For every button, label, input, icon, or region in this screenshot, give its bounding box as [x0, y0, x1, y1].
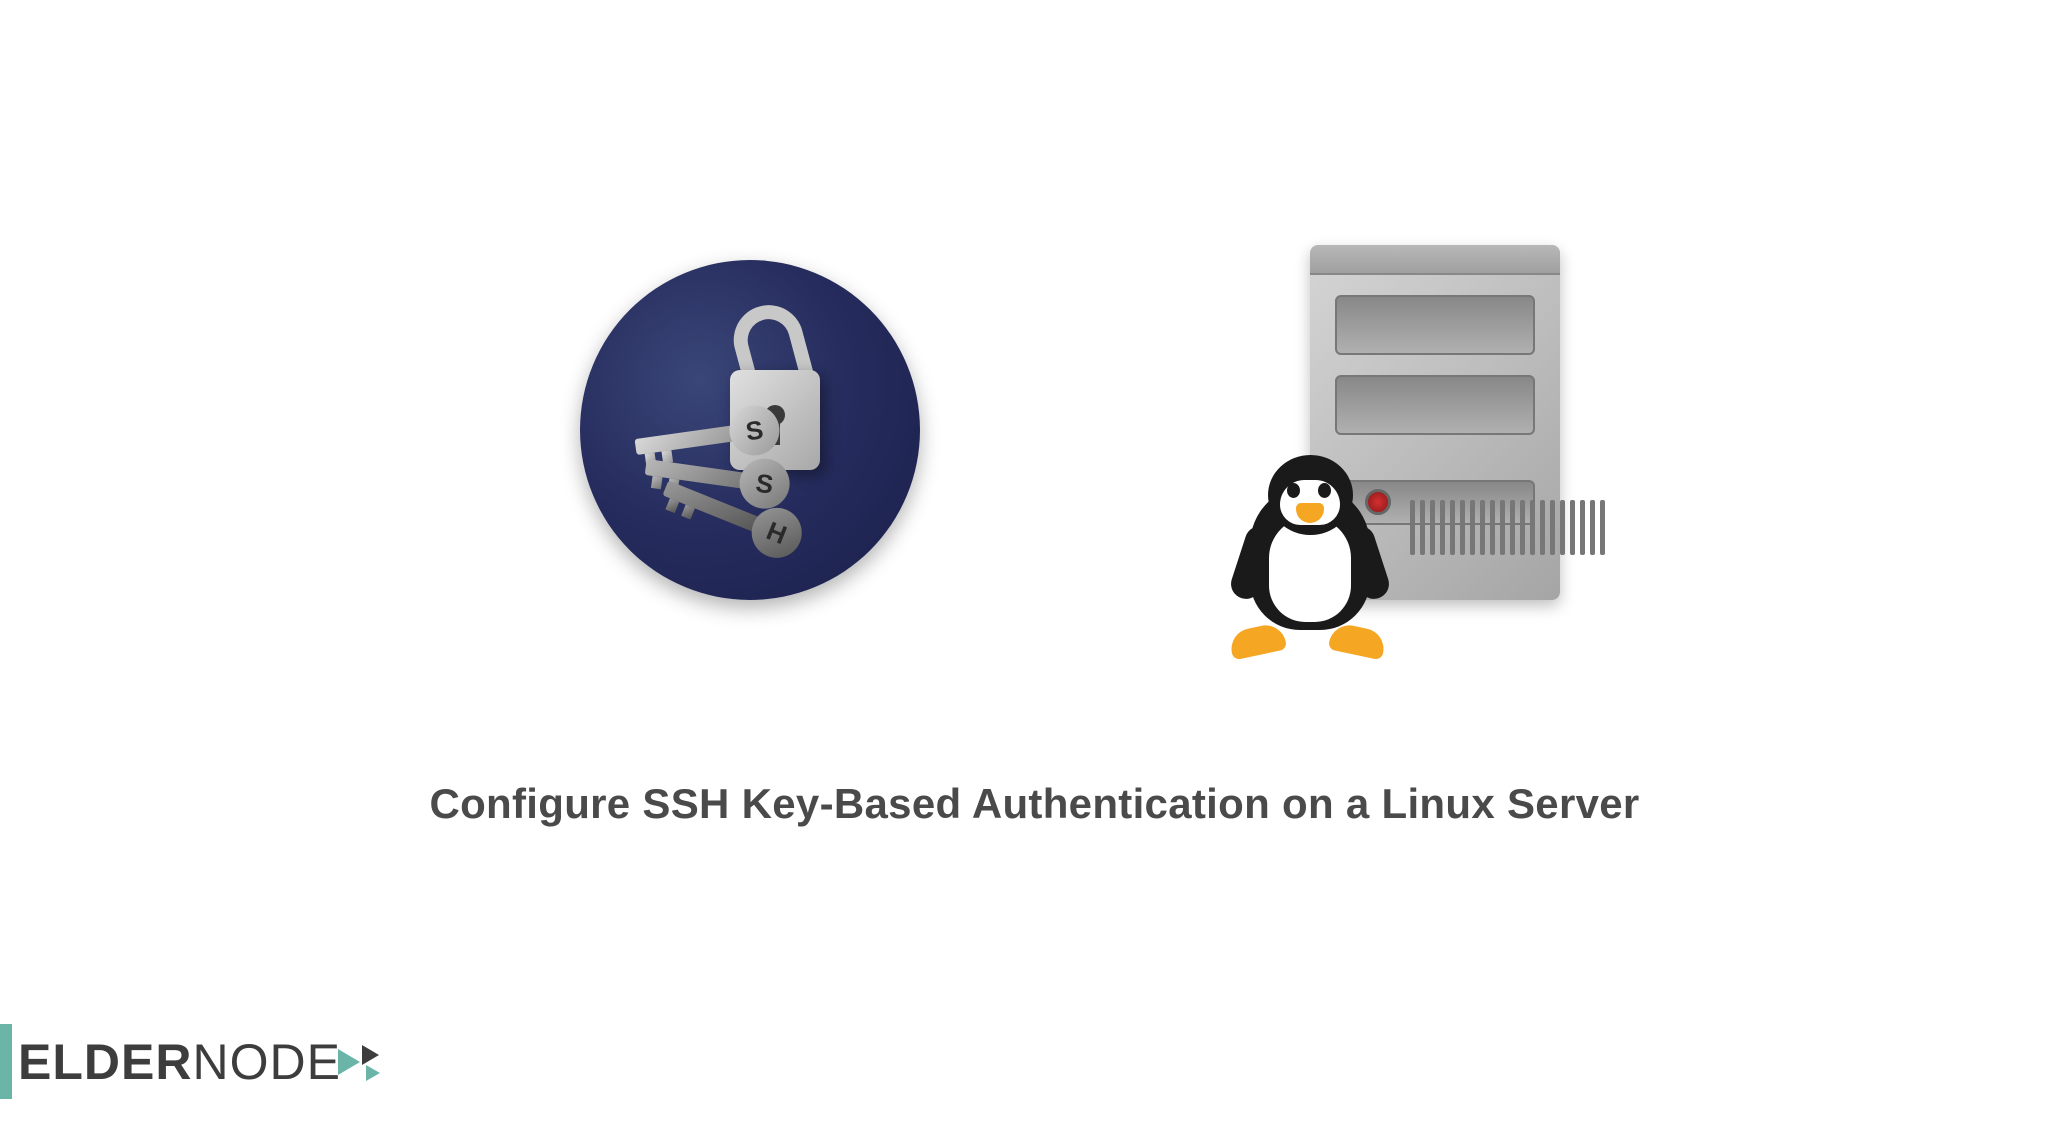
ssh-keys-badge-icon: S S H — [580, 260, 920, 600]
key-label: S — [726, 402, 782, 458]
logo-wordmark: ELDERNODE — [18, 1033, 341, 1091]
server-drive-bay — [1335, 295, 1535, 355]
server-vents-icon — [1410, 500, 1605, 555]
logo-accent-bar — [0, 1024, 12, 1099]
page-title: Configure SSH Key-Based Authentication o… — [0, 780, 2069, 828]
ssh-circle-background: S S H — [580, 260, 920, 600]
tux-penguin-icon — [1220, 455, 1400, 655]
key-label: H — [744, 500, 809, 565]
logo-brand-part2: NODE — [192, 1034, 340, 1090]
eldernode-logo: ELDERNODE — [0, 1024, 398, 1099]
server-drive-bay — [1335, 375, 1535, 435]
document-canvas: S S H — [0, 0, 2069, 1134]
logo-arrows-icon — [338, 1037, 398, 1087]
logo-brand-part1: ELDER — [18, 1034, 192, 1090]
